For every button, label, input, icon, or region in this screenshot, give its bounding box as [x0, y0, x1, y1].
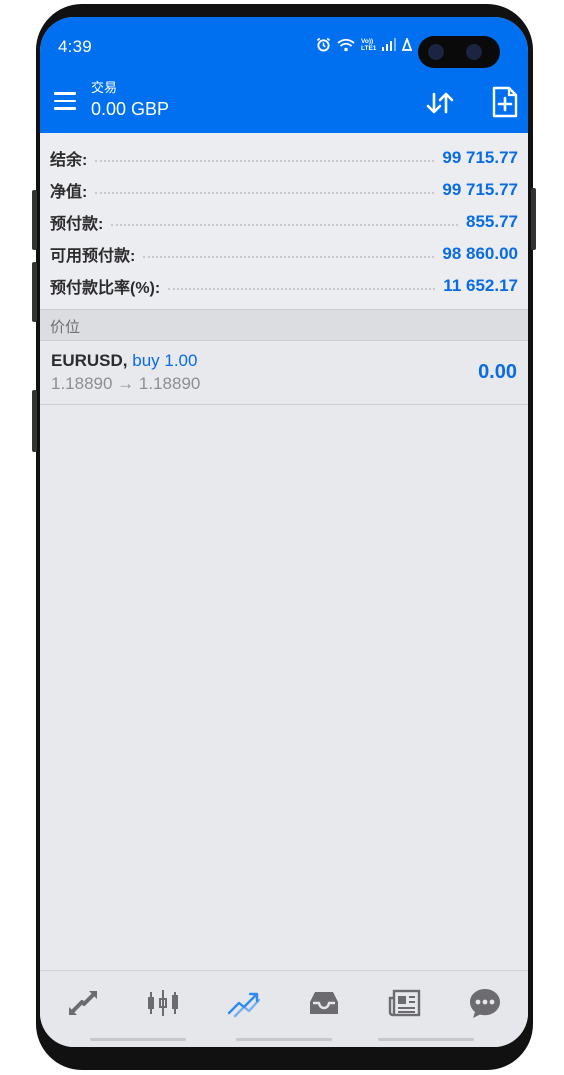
nav-messages[interactable] — [465, 985, 505, 1021]
status-time: 4:39 — [58, 37, 92, 56]
network-type-label: Vo)) LTE1 — [361, 37, 377, 52]
status-bar: 4:39 Vo)) LTE1 — [40, 17, 528, 73]
quotes-icon — [69, 991, 97, 1015]
position-item[interactable]: EURUSD, buy 1.00 1.18890 → 1.18890 0.00 — [40, 341, 528, 405]
front-camera-cutout — [418, 36, 500, 68]
position-side: buy 1.00 — [132, 351, 198, 370]
bixby-button — [32, 390, 37, 452]
nav-chart[interactable] — [143, 985, 183, 1021]
margin-row: 预付款: 855.77 — [50, 212, 518, 233]
signal-icon — [382, 38, 397, 51]
messages-icon — [470, 989, 500, 1018]
free-margin-row: 可用预付款: 98 860.00 — [50, 244, 518, 265]
nav-trade[interactable] — [224, 985, 264, 1021]
camera-lens — [428, 44, 444, 60]
nav-gesture-bar — [90, 1038, 186, 1041]
menu-icon — [54, 92, 76, 95]
news-icon — [388, 989, 421, 1017]
menu-button[interactable] — [54, 89, 80, 113]
screen: 4:39 Vo)) LTE1 交易 0.00 GBP 结余: 99 715.77… — [40, 17, 528, 1047]
nav-history[interactable] — [304, 985, 344, 1021]
page-title: 交易 — [91, 80, 118, 95]
nav-quotes[interactable] — [63, 985, 103, 1021]
free-margin-value: 98 860.00 — [442, 244, 518, 263]
equity-row: 净值: 99 715.77 — [50, 180, 518, 201]
battery-saver-icon — [402, 37, 413, 51]
app-bar: 交易 0.00 GBP — [40, 73, 528, 133]
equity-value: 99 715.77 — [442, 180, 518, 199]
positions-section-header: 价位 — [40, 309, 528, 341]
sort-icon[interactable] — [424, 87, 456, 119]
nav-gesture-bar — [236, 1038, 332, 1041]
power-button — [531, 188, 536, 250]
wifi-icon — [337, 38, 355, 51]
balance-value: 99 715.77 — [442, 148, 518, 167]
margin-level-row: 预付款比率(%): 11 652.17 — [50, 276, 518, 297]
status-icons: Vo)) LTE1 — [316, 37, 413, 52]
total-profit: 0.00 GBP — [91, 99, 170, 119]
account-summary: 结余: 99 715.77 净值: 99 715.77 预付款: 855.77 … — [40, 133, 528, 309]
nav-gesture-bar — [378, 1038, 474, 1041]
volume-up-button — [32, 190, 37, 250]
trade-icon — [227, 992, 261, 1018]
chart-icon — [148, 990, 178, 1016]
position-profit: 0.00 — [478, 361, 517, 383]
position-symbol: EURUSD, — [51, 351, 128, 370]
camera-lens — [466, 44, 482, 60]
nav-news[interactable] — [385, 985, 425, 1021]
margin-value: 855.77 — [466, 212, 518, 231]
margin-level-value: 11 652.17 — [443, 276, 518, 295]
alarm-icon — [316, 37, 331, 52]
bottom-nav — [40, 970, 528, 1047]
balance-row: 结余: 99 715.77 — [50, 148, 518, 169]
position-prices: 1.18890 → 1.18890 — [51, 374, 201, 393]
volume-down-button — [32, 262, 37, 322]
new-order-icon[interactable] — [490, 85, 520, 119]
history-icon — [310, 992, 338, 1014]
